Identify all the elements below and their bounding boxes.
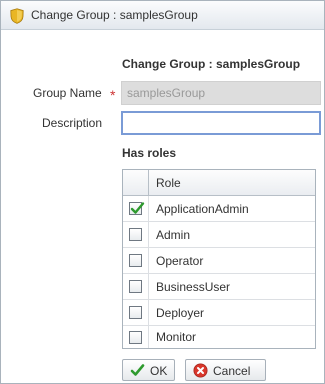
role-checkbox-operator[interactable] bbox=[129, 254, 142, 267]
table-row[interactable]: ApplicationAdmin bbox=[123, 196, 315, 222]
role-checkbox-admin[interactable] bbox=[129, 228, 142, 241]
role-label: ApplicationAdmin bbox=[156, 202, 249, 216]
cancel-button[interactable]: Cancel bbox=[185, 359, 266, 381]
role-checkbox-applicationadmin[interactable] bbox=[129, 202, 145, 215]
description-field[interactable] bbox=[121, 111, 321, 135]
checkmark-icon bbox=[130, 202, 145, 214]
form-heading: Change Group : samplesGroup bbox=[122, 57, 301, 71]
ok-button[interactable]: OK bbox=[122, 359, 175, 381]
table-row[interactable]: BusinessUser bbox=[123, 274, 315, 300]
table-row[interactable]: Monitor bbox=[123, 326, 315, 348]
role-label: Operator bbox=[156, 254, 204, 268]
roles-table-header: Role bbox=[123, 170, 315, 196]
checkmark-icon bbox=[130, 364, 145, 376]
table-row[interactable]: Deployer bbox=[123, 300, 315, 326]
group-name-label: Group Name bbox=[33, 86, 102, 100]
has-roles-heading: Has roles bbox=[122, 146, 177, 160]
description-label: Description bbox=[42, 116, 103, 130]
dialog-title: Change Group : samplesGroup bbox=[31, 8, 198, 22]
cancel-icon bbox=[193, 363, 208, 378]
role-checkbox-deployer[interactable] bbox=[129, 306, 142, 319]
table-row[interactable]: Admin bbox=[123, 222, 315, 248]
header-check-column bbox=[123, 170, 149, 195]
roles-table: Role ApplicationAdmin Admin Operator Bus… bbox=[122, 169, 316, 349]
change-group-dialog: Change Group : samplesGroup Change Group… bbox=[0, 0, 325, 384]
required-marker: * bbox=[110, 87, 116, 103]
group-name-field[interactable] bbox=[121, 81, 321, 105]
role-label: BusinessUser bbox=[156, 280, 231, 294]
shield-icon bbox=[10, 8, 24, 24]
role-label: Deployer bbox=[156, 306, 205, 320]
role-checkbox-monitor[interactable] bbox=[129, 331, 142, 344]
cancel-button-label: Cancel bbox=[213, 364, 251, 378]
ok-button-label: OK bbox=[150, 364, 168, 378]
table-row[interactable]: Operator bbox=[123, 248, 315, 274]
role-label: Admin bbox=[156, 228, 191, 242]
role-column-header[interactable]: Role bbox=[156, 176, 181, 190]
title-bar[interactable]: Change Group : samplesGroup bbox=[1, 1, 324, 30]
role-label: Monitor bbox=[156, 330, 197, 344]
role-checkbox-businessuser[interactable] bbox=[129, 280, 142, 293]
